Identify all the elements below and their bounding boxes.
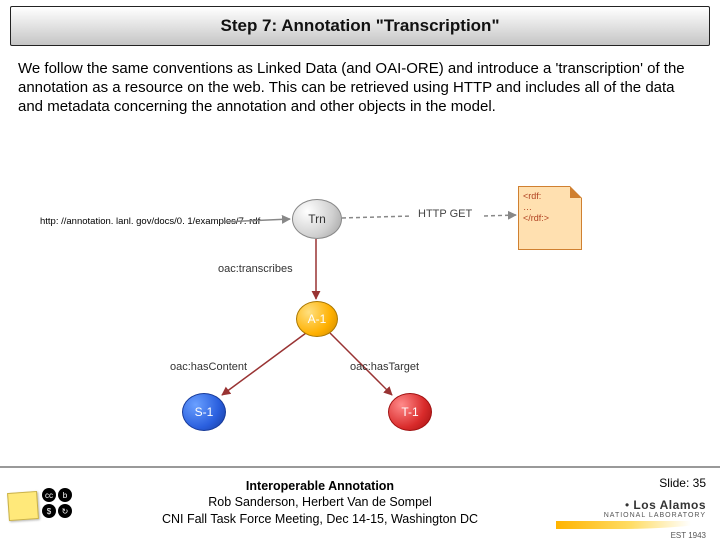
by-icon: b (58, 488, 72, 502)
lanl-sub: NATIONAL LABORATORY (556, 512, 706, 519)
slide-number: Slide: 35 (659, 476, 706, 490)
rdf-text-bot: </rdf:> (523, 213, 577, 224)
footer-text: Interoperable Annotation Rob Sanderson, … (120, 478, 520, 527)
http-get-label: HTTP GET (418, 208, 472, 220)
slide-title-bar: Step 7: Annotation "Transcription" (10, 6, 710, 46)
lanl-name: • Los Alamos (556, 498, 706, 512)
sticky-note-icon (7, 491, 39, 521)
node-s1: S-1 (182, 393, 226, 431)
lanl-name-text: Los Alamos (633, 498, 706, 512)
slide-title: Step 7: Annotation "Transcription" (221, 16, 500, 36)
cc-icon: cc (42, 488, 56, 502)
footer-title: Interoperable Annotation (120, 478, 520, 494)
lanl-est: EST 1943 (556, 531, 706, 540)
node-a1-label: A-1 (308, 312, 327, 326)
footer-authors: Rob Sanderson, Herbert Van de Sompel (120, 494, 520, 510)
edge-transcribes: oac:transcribes (218, 263, 293, 275)
lanl-swoosh-icon (556, 521, 706, 529)
diagram-arrows (40, 171, 680, 451)
node-t1: T-1 (388, 393, 432, 431)
rdf-text-top: <rdf: (523, 191, 577, 202)
slide-footer: cc b $ ↻ Interoperable Annotation Rob Sa… (0, 466, 720, 546)
footer-venue: CNI Fall Task Force Meeting, Dec 14-15, … (120, 511, 520, 527)
lanl-logo: • Los Alamos NATIONAL LABORATORY EST 194… (556, 498, 706, 540)
rdf-document-icon: <rdf: … </rdf:> (518, 186, 582, 250)
sa-icon: ↻ (58, 504, 72, 518)
footer-badges: cc b $ ↻ (8, 482, 68, 534)
slide-body-text: We follow the same conventions as Linked… (18, 60, 702, 116)
example-url: http: //annotation. lanl. gov/docs/0. 1/… (40, 216, 260, 227)
cc-license-icon: cc b $ ↻ (42, 488, 72, 518)
edge-hastarget: oac:hasTarget (350, 361, 419, 373)
nc-icon: $ (42, 504, 56, 518)
rdf-text-mid: … (523, 202, 577, 213)
edge-hascontent: oac:hasContent (170, 361, 247, 373)
annotation-diagram: http: //annotation. lanl. gov/docs/0. 1/… (40, 171, 680, 451)
node-a1: A-1 (296, 301, 338, 337)
node-trn: Trn (292, 199, 342, 239)
node-t1-label: T-1 (401, 405, 418, 419)
node-s1-label: S-1 (195, 405, 214, 419)
node-trn-label: Trn (308, 212, 326, 226)
